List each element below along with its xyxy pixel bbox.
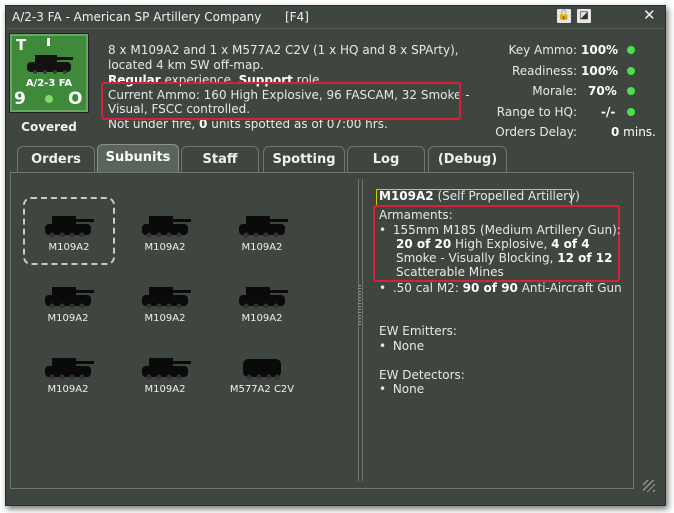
armament-main-gun-ammo-3: Scatterable Mines bbox=[396, 265, 504, 279]
ew-detectors-value: • None bbox=[379, 382, 425, 396]
desc-composition: 8 x M109A2 and 1 x M577A2 C2V (1 x HQ an… bbox=[108, 43, 459, 57]
stat-morale-label: Morale: bbox=[532, 84, 577, 98]
stat-morale-value: 70% bbox=[588, 84, 617, 98]
stat-range-label: Range to HQ: bbox=[496, 105, 577, 119]
ammo-highlight-box bbox=[101, 82, 461, 120]
subunit-item[interactable]: M109A2 bbox=[23, 197, 115, 265]
subunit-label: M109A2 bbox=[47, 313, 89, 324]
armament-main-gun: • 155mm M185 (Medium Artillery Gun): bbox=[379, 223, 621, 237]
close-icon[interactable]: ✕ bbox=[643, 6, 656, 24]
counter-right-value: O bbox=[68, 89, 83, 109]
minimize-icon[interactable]: ◪ bbox=[577, 9, 591, 23]
detail-unit-type: (Self Propelled Artillery) bbox=[437, 189, 580, 203]
status-dot-icon bbox=[627, 87, 635, 95]
lock-icon[interactable]: 🔓 bbox=[557, 9, 571, 23]
counter-status-dot bbox=[45, 95, 53, 103]
tab-spotting[interactable]: Spotting bbox=[263, 146, 345, 173]
pane-splitter[interactable] bbox=[358, 179, 363, 481]
command-vehicle-icon bbox=[243, 359, 281, 380]
subunit-item[interactable]: M109A2 bbox=[122, 199, 208, 259]
window-hotkey: [F4] bbox=[285, 10, 309, 24]
detail-unit-name: M109A2 bbox=[379, 189, 434, 203]
counter-echelon-mark bbox=[47, 38, 50, 46]
stat-readiness-label: Readiness: bbox=[511, 64, 577, 78]
stat-range-value: -/- bbox=[601, 105, 616, 119]
subunit-label: M577A2 C2V bbox=[229, 384, 295, 395]
subunit-item[interactable]: M109A2 bbox=[122, 341, 208, 401]
resize-grip-icon[interactable] bbox=[643, 480, 655, 492]
subunit-label: M109A2 bbox=[48, 242, 90, 253]
counter-unit-name: A/2-3 FA bbox=[25, 78, 73, 89]
stat-readiness-value: 100% bbox=[581, 64, 619, 78]
sp-artillery-icon bbox=[239, 287, 288, 309]
sp-artillery-icon bbox=[239, 216, 288, 238]
subunit-list: M109A2 M109A2 M109A2 M109A2 M109A2 M109A… bbox=[13, 177, 353, 482]
tab-orders[interactable]: Orders bbox=[17, 146, 95, 173]
ew-detectors-label: EW Detectors: bbox=[379, 368, 465, 382]
sp-artillery-icon bbox=[45, 358, 94, 380]
unit-counter: T A/2-3 FA 9 O bbox=[9, 33, 89, 113]
sp-artillery-icon bbox=[27, 55, 73, 74]
detail-header: M109A2 (Self Propelled Artillery) bbox=[379, 189, 580, 203]
subunit-label: M109A2 bbox=[144, 313, 186, 324]
armaments-label: Armaments: bbox=[379, 208, 453, 222]
armament-secondary: • .50 cal M2: 90 of 90 Anti-Aircraft Gun bbox=[379, 281, 622, 295]
tab-debug[interactable]: (Debug) bbox=[428, 146, 507, 173]
window-title: A/2-3 FA - American SP Artillery Company bbox=[12, 10, 262, 24]
ew-emitters-value: • None bbox=[379, 339, 425, 353]
sp-artillery-icon bbox=[142, 358, 191, 380]
subunit-label: M109A2 bbox=[144, 242, 186, 253]
tab-staff[interactable]: Staff bbox=[181, 146, 259, 173]
subunit-item[interactable]: M109A2 bbox=[219, 199, 305, 259]
subunit-label: M109A2 bbox=[241, 313, 283, 324]
sp-artillery-icon bbox=[142, 287, 191, 309]
tab-log[interactable]: Log bbox=[347, 146, 425, 173]
tab-subunits[interactable]: Subunits bbox=[97, 144, 179, 173]
unit-cover-status: Covered bbox=[21, 120, 77, 134]
status-dot-icon bbox=[627, 46, 635, 54]
stat-key-ammo-label: Key Ammo: bbox=[508, 43, 577, 57]
sp-artillery-icon bbox=[45, 216, 94, 238]
sp-artillery-icon bbox=[142, 216, 191, 238]
subunit-item[interactable]: M109A2 bbox=[219, 270, 305, 330]
desc-location: located 4 km SW off-map. bbox=[108, 58, 264, 72]
counter-left-value: 9 bbox=[14, 89, 26, 109]
status-dot-icon bbox=[627, 108, 635, 116]
subunit-label: M109A2 bbox=[241, 242, 283, 253]
status-dot-icon bbox=[627, 67, 635, 75]
sp-artillery-icon bbox=[45, 287, 94, 309]
stat-orders-delay-value: 0 mins. bbox=[611, 125, 656, 139]
armament-main-gun-ammo-1: 20 of 20 High Explosive, 4 of 4 bbox=[396, 237, 590, 251]
subunit-label: M109A2 bbox=[144, 384, 186, 395]
ew-emitters-label: EW Emitters: bbox=[379, 324, 457, 338]
subunit-item[interactable]: M109A2 bbox=[25, 341, 111, 401]
stat-orders-delay-label: Orders Delay: bbox=[495, 125, 577, 139]
splitter-grip-icon[interactable] bbox=[359, 285, 361, 325]
stat-key-ammo-value: 100% bbox=[581, 43, 619, 57]
subunit-item[interactable]: M109A2 bbox=[25, 270, 111, 330]
title-bar[interactable]: A/2-3 FA - American SP Artillery Company… bbox=[6, 6, 665, 29]
subunit-item[interactable]: M577A2 C2V bbox=[219, 341, 305, 401]
armament-main-gun-ammo-2: Smoke - Visually Blocking, 12 of 12 bbox=[396, 251, 613, 265]
subunit-item[interactable]: M109A2 bbox=[122, 270, 208, 330]
subunit-label: M109A2 bbox=[47, 384, 89, 395]
